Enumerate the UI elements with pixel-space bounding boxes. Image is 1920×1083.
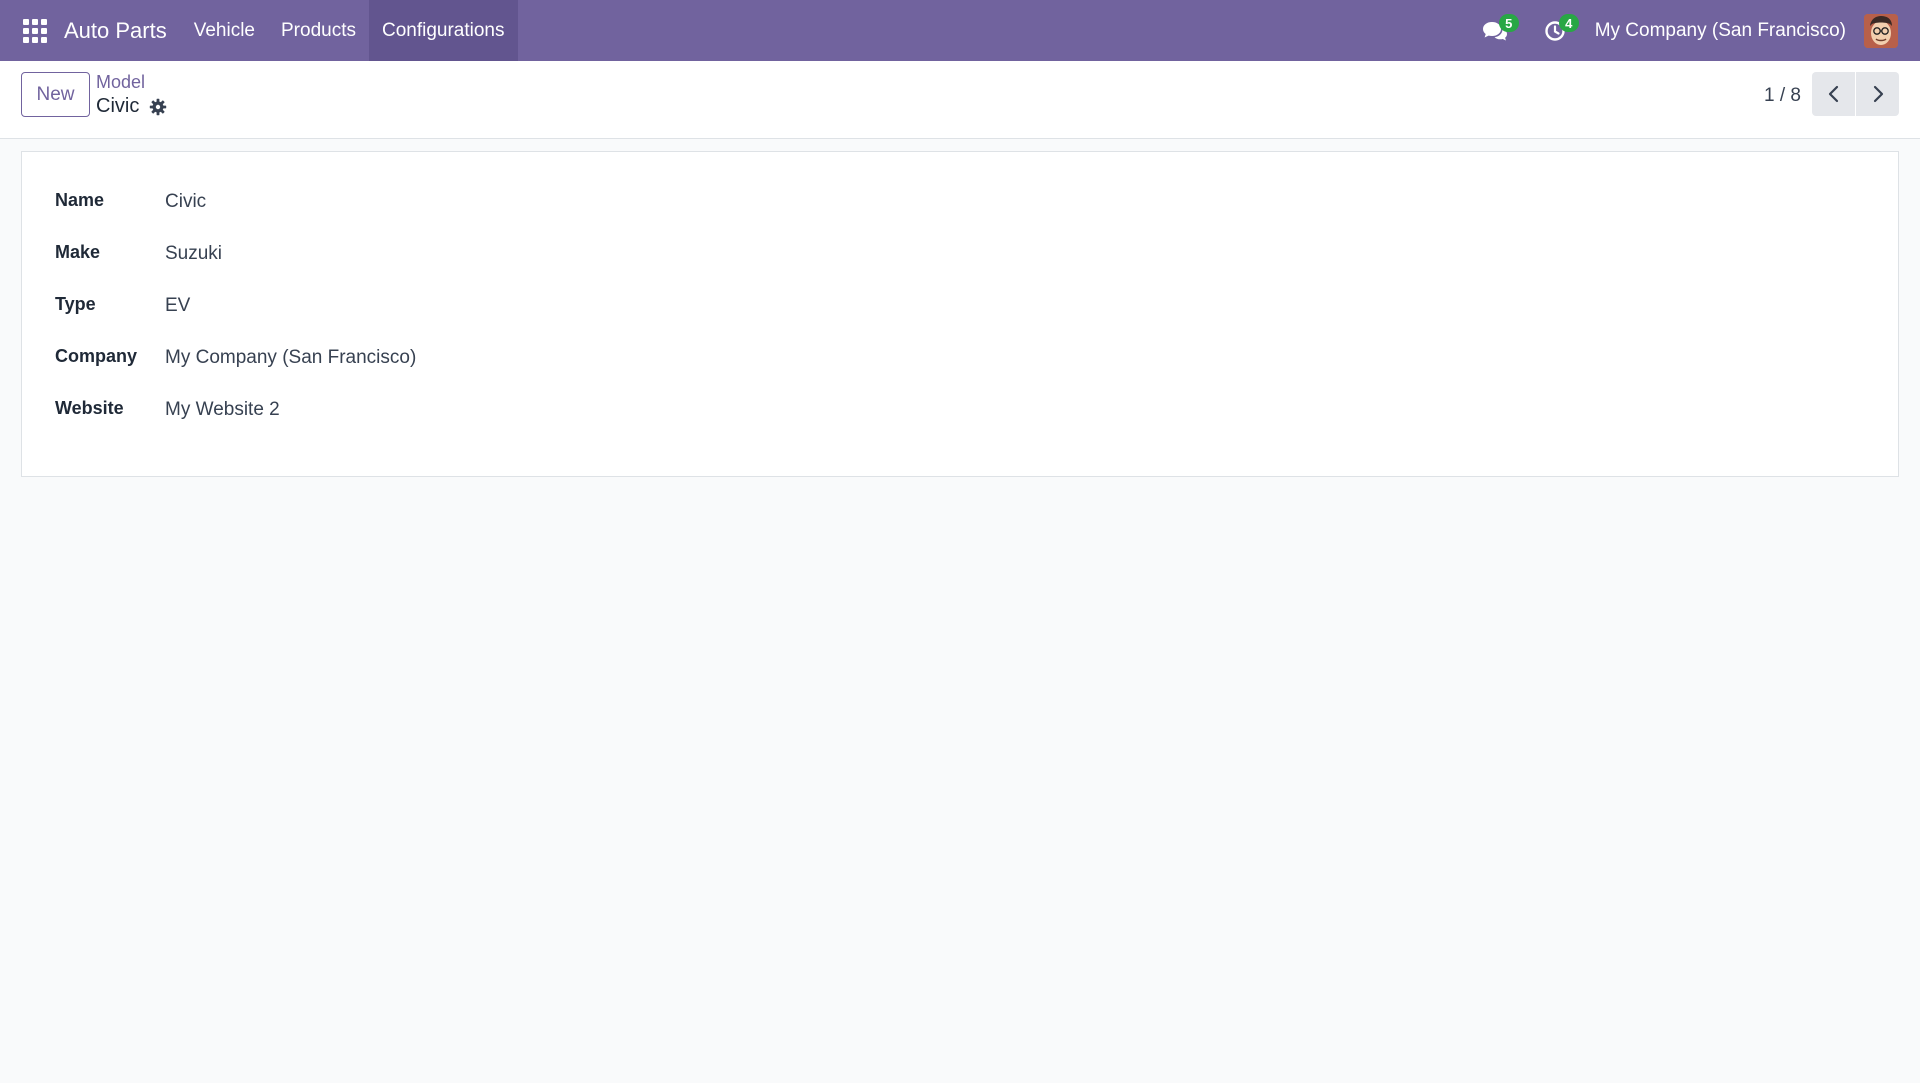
app-brand[interactable]: Auto Parts bbox=[64, 0, 181, 61]
field-row-type: Type EV bbox=[55, 291, 190, 317]
record-title: Civic bbox=[96, 95, 140, 117]
field-value-type[interactable]: EV bbox=[165, 291, 190, 317]
field-value-website[interactable]: My Website 2 bbox=[165, 395, 280, 421]
company-switcher[interactable]: My Company (San Francisco) bbox=[1595, 20, 1846, 42]
gear-icon[interactable] bbox=[149, 98, 167, 116]
chevron-right-icon bbox=[1873, 85, 1883, 103]
activities-button[interactable]: 4 bbox=[1535, 0, 1579, 61]
menu-item-products[interactable]: Products bbox=[268, 0, 369, 61]
chevron-left-icon bbox=[1828, 85, 1838, 103]
field-row-make: Make Suzuki bbox=[55, 239, 222, 265]
field-label-website: Website bbox=[55, 397, 124, 418]
pager-value[interactable]: 1 / 8 bbox=[1764, 85, 1801, 107]
apps-menu-button[interactable] bbox=[0, 0, 70, 61]
breadcrumb-parent-link[interactable]: Model bbox=[96, 72, 145, 93]
menu-item-configurations[interactable]: Configurations bbox=[368, 0, 518, 61]
menu-item-vehicle[interactable]: Vehicle bbox=[181, 0, 268, 61]
field-row-name: Name Civic bbox=[55, 187, 206, 213]
field-label-name: Name bbox=[55, 189, 105, 210]
messages-count-badge: 5 bbox=[1498, 14, 1519, 32]
field-row-company: Company My Company (San Francisco) bbox=[55, 343, 416, 369]
field-value-name[interactable]: Civic bbox=[165, 187, 206, 213]
field-label-company: Company bbox=[55, 345, 138, 366]
control-panel: New Model Civic 1 / 8 bbox=[0, 61, 1920, 139]
breadcrumb-current: Civic bbox=[96, 95, 167, 118]
user-avatar-icon bbox=[1864, 13, 1898, 48]
form-sheet: Name Civic Make Suzuki Type EV Company M… bbox=[21, 151, 1899, 477]
new-button[interactable]: New bbox=[21, 72, 90, 117]
apps-grid-icon bbox=[23, 18, 47, 43]
top-navbar: Auto Parts Vehicle Products Configuratio… bbox=[0, 0, 1920, 61]
messages-button[interactable]: 5 bbox=[1475, 0, 1519, 61]
field-value-company[interactable]: My Company (San Francisco) bbox=[165, 343, 416, 369]
pager-next-button[interactable] bbox=[1856, 72, 1899, 116]
field-value-make[interactable]: Suzuki bbox=[165, 239, 222, 265]
field-label-make: Make bbox=[55, 241, 101, 262]
systray: 5 4 My Company (San Francisco) bbox=[1475, 0, 1920, 61]
field-label-type: Type bbox=[55, 293, 96, 314]
field-row-website: Website My Website 2 bbox=[55, 395, 280, 421]
activities-count-badge: 4 bbox=[1558, 14, 1579, 32]
pager-previous-button[interactable] bbox=[1812, 72, 1855, 116]
user-avatar[interactable] bbox=[1864, 13, 1898, 48]
